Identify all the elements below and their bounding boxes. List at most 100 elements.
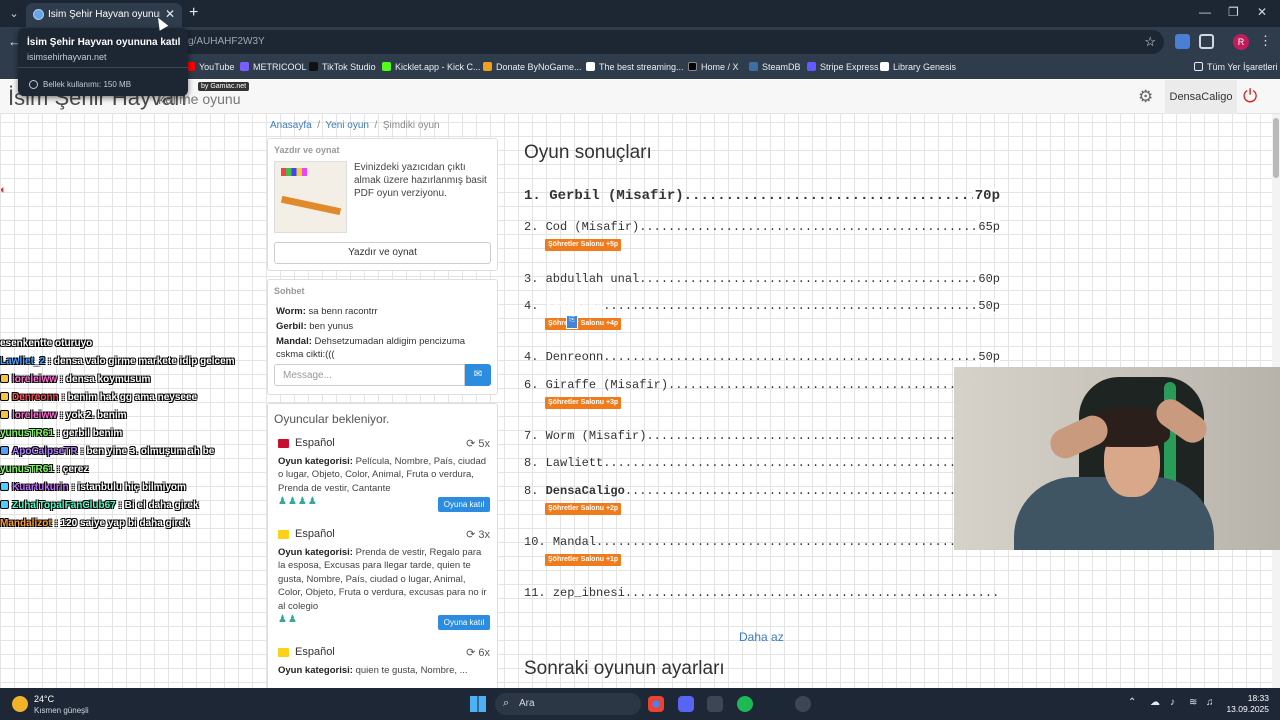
result-player-name[interactable]: Giraffe (Misafir) xyxy=(546,378,668,392)
obs-icon[interactable] xyxy=(795,696,811,712)
bookmark-star-icon[interactable]: ☆ xyxy=(1144,34,1156,50)
result-row: 4. Denreonn.............................… xyxy=(524,350,1000,364)
stream-chat-text: istanbulu hiç bilmiyom xyxy=(77,482,186,493)
windows-start-icon[interactable] xyxy=(470,696,486,712)
wifi-icon[interactable]: ≋ xyxy=(1189,697,1197,708)
bookmark-item[interactable]: The best streaming... xyxy=(586,62,684,72)
steamdb-icon xyxy=(749,62,758,71)
tab-hover-card: İsim Şehir Hayvan oyununa katıl isimsehi… xyxy=(18,28,188,96)
profile-avatar[interactable]: R xyxy=(1233,34,1249,50)
hall-of-fame-badge[interactable]: Şöhretler Salonu +4p xyxy=(545,318,622,330)
all-bookmarks-folder[interactable]: Tüm Yer İşaretleri xyxy=(1194,62,1278,72)
result-player-name[interactable]: Worm (Misafir) xyxy=(546,429,647,443)
result-player-name[interactable]: DensaCaligo xyxy=(546,484,625,498)
waiting-title: Oyuncular bekleniyor. xyxy=(274,412,390,426)
show-less-link[interactable]: Daha az xyxy=(739,630,784,644)
discord-icon[interactable] xyxy=(678,696,694,712)
result-points: 70p xyxy=(972,188,1000,204)
folder-icon xyxy=(1194,62,1203,71)
breadcrumb-new-game[interactable]: Yeni oyun xyxy=(325,120,369,131)
bookmark-item[interactable]: SteamDB xyxy=(749,62,801,72)
join-game-button[interactable]: Oyuna katıl xyxy=(438,615,490,630)
result-leader-dots: ........................................… xyxy=(639,272,1000,286)
result-player-name[interactable]: Cod (Misafir) xyxy=(546,220,640,234)
bookmark-item[interactable]: Kicklet.app - Kick C... xyxy=(382,62,481,72)
metricool-icon xyxy=(240,62,249,71)
bookmark-item[interactable]: Stripe Express xyxy=(807,62,879,72)
result-player-name[interactable]: zep_ibnesi xyxy=(553,586,625,600)
power-icon[interactable]: ⏻ xyxy=(1243,86,1257,107)
hover-domain: isimsehirhayvan.net xyxy=(27,52,107,62)
print-play-button[interactable]: Yazdır ve oynat xyxy=(274,242,491,264)
minimize-icon[interactable]: — xyxy=(1199,5,1211,19)
result-leader-dots: ........................................… xyxy=(646,429,1000,443)
result-rank: 3. xyxy=(524,272,539,286)
breadcrumb-home[interactable]: Anasayfa xyxy=(270,120,312,131)
result-player-name[interactable]: Gerbil (Misafir) xyxy=(549,188,683,204)
result-player-name[interactable]: Mandal xyxy=(553,535,596,549)
result-player-name[interactable]: Denreonn xyxy=(546,350,604,364)
cloud-icon[interactable]: ☁ xyxy=(1150,697,1160,708)
gear-icon[interactable]: ⚙ xyxy=(1138,87,1153,107)
result-player-name[interactable]: abdullah unal xyxy=(546,272,640,286)
result-row: 4. SEWEBABA.............................… xyxy=(524,299,1000,313)
volume-icon[interactable]: ♫ xyxy=(1206,697,1214,708)
app-icon[interactable] xyxy=(707,696,723,712)
stripe-icon xyxy=(807,62,816,71)
result-player-name[interactable]: Lawliett xyxy=(546,456,604,470)
hall-of-fame-badge[interactable]: Şöhretler Salonu +2p xyxy=(545,503,622,515)
tray-chevron-icon[interactable]: ⌃ xyxy=(1128,697,1136,708)
stream-chat-text: çerez xyxy=(62,464,89,475)
bookmark-item[interactable]: Donate ByNoGame... xyxy=(483,62,582,72)
taskbar-clock[interactable]: 18:33 13.09.2025 xyxy=(1221,693,1269,715)
url-input[interactable]: g/AUHAHF2W3Y ☆ xyxy=(26,30,1164,54)
result-leader-dots: ........................................… xyxy=(603,456,1000,470)
result-points: 60p xyxy=(976,272,1000,286)
next-game-settings-title: Sonraki oyunun ayarları xyxy=(524,658,725,679)
menu-icon[interactable]: ⋮ xyxy=(1259,33,1272,49)
chat-badge-icon xyxy=(0,446,9,455)
stream-chat-line: ZuhalTopalFanClub67 : Bi el daha girek xyxy=(0,497,260,515)
translate-icon[interactable] xyxy=(1175,34,1190,49)
spotify-icon[interactable] xyxy=(737,696,753,712)
kicklet-icon xyxy=(382,62,391,71)
tab-search-icon[interactable]: ⌄ xyxy=(5,5,23,23)
bookmark-item[interactable]: TikTok Studio xyxy=(309,62,376,72)
hall-of-fame-badge[interactable]: Şöhretler Salonu +3p xyxy=(545,397,622,409)
result-player-name[interactable]: SEWEBABA xyxy=(546,299,604,313)
chat-message-user: Mandal: xyxy=(276,336,312,347)
flag-icon xyxy=(278,439,289,448)
steam-icon[interactable] xyxy=(766,696,782,712)
taskbar-search[interactable]: ⌕ Ara xyxy=(495,693,641,715)
message-input[interactable]: Message... xyxy=(274,364,465,386)
restore-icon[interactable]: ❐ xyxy=(1228,5,1239,19)
streaming-icon xyxy=(586,62,595,71)
hall-of-fame-badge[interactable]: Şöhretler Salonu +5p xyxy=(545,239,622,251)
bookmark-item[interactable]: YouTube xyxy=(186,62,234,72)
send-message-icon[interactable]: ✉ xyxy=(465,364,491,386)
close-tab-icon[interactable]: ✕ xyxy=(165,7,175,21)
chrome-icon[interactable] xyxy=(648,696,664,712)
chat-message: Mandal: Dehsetzumadan aldigim pencizuma … xyxy=(268,334,497,362)
new-tab-icon[interactable]: + xyxy=(189,4,198,22)
bookmark-item[interactable]: Library Genesis xyxy=(880,62,956,72)
result-row: 8. Lawliett.............................… xyxy=(524,456,1000,470)
stream-chat-line: Denreonn : benim hak gg ama neyseee xyxy=(0,389,260,407)
join-game-button[interactable]: Oyuna katıl xyxy=(438,497,490,512)
user-account-button[interactable]: DensaCaligo xyxy=(1165,80,1237,114)
hall-of-fame-badge[interactable]: Şöhretler Salonu +1p xyxy=(545,554,622,566)
bookmark-item[interactable]: Home / X xyxy=(688,62,739,72)
close-window-icon[interactable]: ✕ xyxy=(1257,5,1267,19)
extensions-icon[interactable] xyxy=(1199,34,1214,49)
bookmark-item[interactable]: METRICOOL xyxy=(240,62,307,72)
result-points: 65p xyxy=(976,220,1000,234)
stream-chat-text: esenkentte oturuyo xyxy=(0,338,93,349)
breadcrumb: Anasayfa / Yeni oyun / Şimdiki oyun xyxy=(270,120,440,131)
stream-chat-line: yunusTR61 : gerbil benim xyxy=(0,428,123,439)
stream-chat-text: benim hak gg ama neyseee xyxy=(67,392,198,403)
globe-icon xyxy=(33,9,44,20)
game-rounds: ⟳ 5x xyxy=(466,438,490,450)
result-rank: 1. xyxy=(524,188,541,204)
mic-icon[interactable]: ♪ xyxy=(1170,697,1175,708)
game-categories: Oyun kategorisi: Película, Nombre, País,… xyxy=(278,456,487,494)
